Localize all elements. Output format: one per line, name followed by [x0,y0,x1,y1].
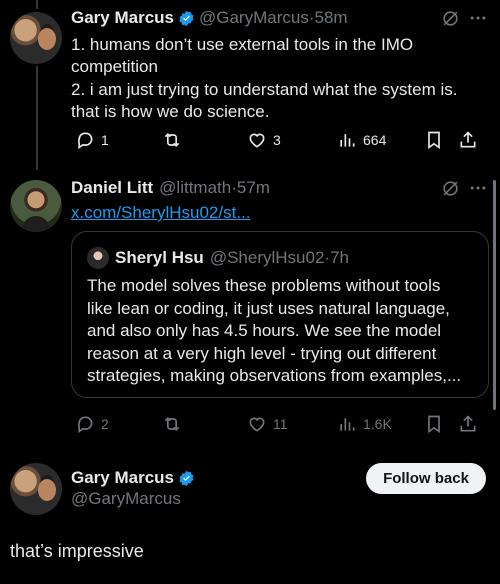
author-name[interactable]: Gary Marcus [71,8,174,28]
more-icon[interactable] [467,178,489,198]
quoted-text-line: The model solves these problems without … [87,276,441,295]
like-icon [249,417,265,432]
avatar[interactable] [10,12,62,64]
reply-button[interactable]: 1 [75,130,109,150]
tweet-link[interactable]: x.com/SherylHsu02/st... [71,202,251,223]
avatar[interactable] [10,180,62,232]
grok-icon[interactable] [441,9,460,28]
follow-back-button[interactable]: Follow back [366,463,486,494]
views-button[interactable]: 1.6K [337,414,392,434]
reply-icon [77,132,93,150]
verified-badge-icon [179,10,194,26]
share-icon [460,415,476,432]
quoted-text-line: reason at a very high level - trying out… [87,344,437,363]
share-icon [460,131,476,148]
views-icon [340,134,355,147]
views-button[interactable]: 664 [337,130,386,150]
quoted-author-name[interactable]: Sheryl Hsu [115,248,204,268]
tweet-text-line: 2. i am just trying to understand what t… [71,80,458,99]
thread-line [36,0,38,9]
like-count: 3 [273,132,281,148]
views-count: 1.6K [363,416,392,432]
timestamp[interactable]: ·57m [231,178,270,198]
author-handle[interactable]: @GaryMarcus [199,8,309,28]
bookmark-button[interactable] [424,414,444,434]
quoted-author-handle[interactable]: @SherylHsu02 [210,248,325,268]
tweet-text-line: 1. humans don’t use external tools in th… [71,35,414,54]
author-name[interactable]: Daniel Litt [71,178,153,198]
like-button[interactable]: 3 [247,130,281,150]
like-icon [249,133,265,148]
retweet-button[interactable] [162,130,182,150]
tweet-text-line: that is how we do science. [71,102,270,121]
bookmark-button[interactable] [424,130,444,150]
timestamp[interactable]: ·58m [309,8,348,28]
profile-name[interactable]: Gary Marcus [71,468,174,488]
avatar[interactable] [87,247,109,269]
tweet-text-line: competition [71,57,158,76]
reply-count: 2 [101,416,109,432]
verified-badge-icon [179,470,194,486]
reply-count: 1 [101,132,109,148]
retweet-icon [164,416,180,432]
bookmark-icon [428,415,440,434]
like-button[interactable]: 11 [247,414,288,434]
share-button[interactable] [458,130,478,150]
bookmark-icon [428,131,440,150]
reply-icon [77,416,93,434]
scrollbar[interactable] [493,180,496,410]
quoted-text-line: like lean or coding, it just uses natura… [87,299,450,318]
quoted-tweet[interactable]: Sheryl Hsu @SherylHsu02 ·7h The model so… [71,231,489,398]
share-button[interactable] [458,414,478,434]
retweet-button[interactable] [162,414,182,434]
like-count: 11 [273,416,288,432]
quoted-timestamp[interactable]: ·7h [324,248,349,268]
avatar[interactable] [10,463,62,515]
views-count: 664 [363,132,387,148]
quoted-text-line: and also only has 4.5 hours. We see the … [87,321,442,340]
reply-button[interactable]: 2 [75,414,109,434]
grok-icon[interactable] [441,179,460,198]
author-handle[interactable]: @littmath [159,178,231,198]
quoted-text-line: strategies, making observations from exa… [87,366,462,385]
reply-text: that’s impressive [10,541,144,561]
thread-line [36,66,38,170]
retweet-icon [164,132,180,148]
more-icon[interactable] [467,8,489,28]
profile-handle[interactable]: @GaryMarcus [71,489,181,509]
views-icon [340,418,355,431]
